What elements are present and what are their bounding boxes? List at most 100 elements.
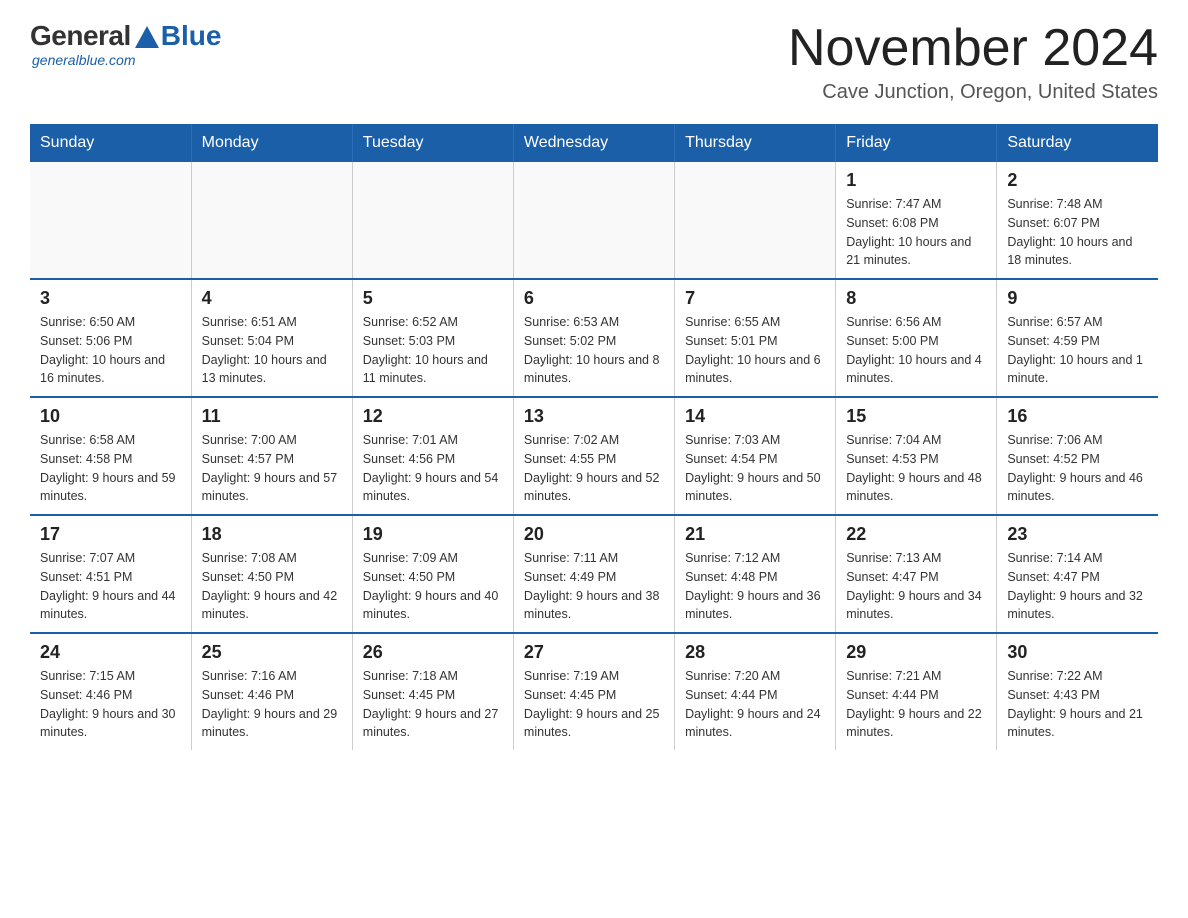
- day-number: 9: [1007, 288, 1148, 309]
- logo-blue-text: Blue: [161, 20, 222, 52]
- header-day-thursday: Thursday: [675, 124, 836, 162]
- day-info: Sunrise: 7:06 AMSunset: 4:52 PMDaylight:…: [1007, 431, 1148, 506]
- day-cell: 12Sunrise: 7:01 AMSunset: 4:56 PMDayligh…: [352, 397, 513, 515]
- logo-triangle-icon: [135, 26, 159, 48]
- day-number: 4: [202, 288, 342, 309]
- day-info: Sunrise: 6:57 AMSunset: 4:59 PMDaylight:…: [1007, 313, 1148, 388]
- day-info: Sunrise: 7:15 AMSunset: 4:46 PMDaylight:…: [40, 667, 181, 742]
- day-number: 11: [202, 406, 342, 427]
- day-info: Sunrise: 6:50 AMSunset: 5:06 PMDaylight:…: [40, 313, 181, 388]
- day-info: Sunrise: 7:12 AMSunset: 4:48 PMDaylight:…: [685, 549, 825, 624]
- calendar-body: 1Sunrise: 7:47 AMSunset: 6:08 PMDaylight…: [30, 162, 1158, 750]
- day-cell: 26Sunrise: 7:18 AMSunset: 4:45 PMDayligh…: [352, 633, 513, 750]
- day-cell: 17Sunrise: 7:07 AMSunset: 4:51 PMDayligh…: [30, 515, 191, 633]
- day-cell: 9 Sunrise: 6:57 AMSunset: 4:59 PMDaylight…: [997, 279, 1158, 397]
- day-info: Sunrise: 7:09 AMSunset: 4:50 PMDaylight:…: [363, 549, 503, 624]
- day-info: Sunrise: 7:19 AMSunset: 4:45 PMDaylight:…: [524, 667, 664, 742]
- day-info: Sunrise: 7:22 AMSunset: 4:43 PMDaylight:…: [1007, 667, 1148, 742]
- day-number: 13: [524, 406, 664, 427]
- day-number: 21: [685, 524, 825, 545]
- day-number: 8: [846, 288, 986, 309]
- day-number: 22: [846, 524, 986, 545]
- day-info: Sunrise: 7:48 AMSunset: 6:07 PMDaylight:…: [1007, 195, 1148, 270]
- day-number: 29: [846, 642, 986, 663]
- day-number: 10: [40, 406, 181, 427]
- day-info: Sunrise: 7:01 AMSunset: 4:56 PMDaylight:…: [363, 431, 503, 506]
- day-cell: [352, 162, 513, 279]
- week-row-4: 17Sunrise: 7:07 AMSunset: 4:51 PMDayligh…: [30, 515, 1158, 633]
- day-info: Sunrise: 7:13 AMSunset: 4:47 PMDaylight:…: [846, 549, 986, 624]
- calendar-header: SundayMondayTuesdayWednesdayThursdayFrid…: [30, 124, 1158, 162]
- location-title: Cave Junction, Oregon, United States: [788, 81, 1158, 104]
- day-cell: 30 Sunrise: 7:22 AMSunset: 4:43 PMDayligh…: [997, 633, 1158, 750]
- day-cell: [191, 162, 352, 279]
- logo: General Blue generalblue.com: [30, 20, 221, 68]
- day-number: 17: [40, 524, 181, 545]
- day-info: Sunrise: 7:04 AMSunset: 4:53 PMDaylight:…: [846, 431, 986, 506]
- day-info: Sunrise: 7:11 AMSunset: 4:49 PMDaylight:…: [524, 549, 664, 624]
- day-info: Sunrise: 7:02 AMSunset: 4:55 PMDaylight:…: [524, 431, 664, 506]
- week-row-1: 1Sunrise: 7:47 AMSunset: 6:08 PMDaylight…: [30, 162, 1158, 279]
- day-cell: 7 Sunrise: 6:55 AMSunset: 5:01 PMDaylight…: [675, 279, 836, 397]
- day-cell: 20 Sunrise: 7:11 AMSunset: 4:49 PMDayligh…: [513, 515, 674, 633]
- day-number: 30: [1007, 642, 1148, 663]
- day-info: Sunrise: 7:16 AMSunset: 4:46 PMDaylight:…: [202, 667, 342, 742]
- day-cell: 14 Sunrise: 7:03 AMSunset: 4:54 PMDayligh…: [675, 397, 836, 515]
- day-info: Sunrise: 7:00 AMSunset: 4:57 PMDaylight:…: [202, 431, 342, 506]
- day-info: Sunrise: 6:55 AMSunset: 5:01 PMDaylight:…: [685, 313, 825, 388]
- day-cell: 3Sunrise: 6:50 AMSunset: 5:06 PMDaylight…: [30, 279, 191, 397]
- day-cell: 21 Sunrise: 7:12 AMSunset: 4:48 PMDayligh…: [675, 515, 836, 633]
- day-info: Sunrise: 7:21 AMSunset: 4:44 PMDaylight:…: [846, 667, 986, 742]
- day-number: 18: [202, 524, 342, 545]
- day-number: 5: [363, 288, 503, 309]
- day-cell: 6 Sunrise: 6:53 AMSunset: 5:02 PMDaylight…: [513, 279, 674, 397]
- day-cell: 25Sunrise: 7:16 AMSunset: 4:46 PMDayligh…: [191, 633, 352, 750]
- day-info: Sunrise: 6:53 AMSunset: 5:02 PMDaylight:…: [524, 313, 664, 388]
- day-cell: 4Sunrise: 6:51 AMSunset: 5:04 PMDaylight…: [191, 279, 352, 397]
- day-info: Sunrise: 7:08 AMSunset: 4:50 PMDaylight:…: [202, 549, 342, 624]
- month-title: November 2024: [788, 20, 1158, 77]
- header-row: SundayMondayTuesdayWednesdayThursdayFrid…: [30, 124, 1158, 162]
- week-row-5: 24Sunrise: 7:15 AMSunset: 4:46 PMDayligh…: [30, 633, 1158, 750]
- day-number: 19: [363, 524, 503, 545]
- day-number: 1: [846, 170, 986, 191]
- day-cell: 23 Sunrise: 7:14 AMSunset: 4:47 PMDayligh…: [997, 515, 1158, 633]
- day-number: 23: [1007, 524, 1148, 545]
- day-number: 7: [685, 288, 825, 309]
- day-cell: [30, 162, 191, 279]
- day-cell: 13 Sunrise: 7:02 AMSunset: 4:55 PMDayligh…: [513, 397, 674, 515]
- day-cell: 10 Sunrise: 6:58 AMSunset: 4:58 PMDayligh…: [30, 397, 191, 515]
- day-cell: [513, 162, 674, 279]
- day-cell: 28Sunrise: 7:20 AMSunset: 4:44 PMDayligh…: [675, 633, 836, 750]
- day-info: Sunrise: 7:14 AMSunset: 4:47 PMDaylight:…: [1007, 549, 1148, 624]
- logo-general-text: General: [30, 20, 131, 52]
- day-info: Sunrise: 6:58 AMSunset: 4:58 PMDaylight:…: [40, 431, 181, 506]
- day-cell: 22 Sunrise: 7:13 AMSunset: 4:47 PMDayligh…: [836, 515, 997, 633]
- title-section: November 2024 Cave Junction, Oregon, Uni…: [788, 20, 1158, 104]
- day-number: 16: [1007, 406, 1148, 427]
- header-day-sunday: Sunday: [30, 124, 191, 162]
- day-number: 20: [524, 524, 664, 545]
- day-cell: 29 Sunrise: 7:21 AMSunset: 4:44 PMDayligh…: [836, 633, 997, 750]
- day-cell: 19 Sunrise: 7:09 AMSunset: 4:50 PMDayligh…: [352, 515, 513, 633]
- day-cell: 18 Sunrise: 7:08 AMSunset: 4:50 PMDayligh…: [191, 515, 352, 633]
- day-number: 27: [524, 642, 664, 663]
- day-info: Sunrise: 7:03 AMSunset: 4:54 PMDaylight:…: [685, 431, 825, 506]
- day-number: 14: [685, 406, 825, 427]
- header-day-monday: Monday: [191, 124, 352, 162]
- week-row-3: 10 Sunrise: 6:58 AMSunset: 4:58 PMDayligh…: [30, 397, 1158, 515]
- day-number: 26: [363, 642, 503, 663]
- day-number: 2: [1007, 170, 1148, 191]
- day-cell: 8 Sunrise: 6:56 AMSunset: 5:00 PMDaylight…: [836, 279, 997, 397]
- day-cell: 2 Sunrise: 7:48 AMSunset: 6:07 PMDaylight…: [997, 162, 1158, 279]
- day-info: Sunrise: 7:20 AMSunset: 4:44 PMDaylight:…: [685, 667, 825, 742]
- day-number: 6: [524, 288, 664, 309]
- day-info: Sunrise: 6:56 AMSunset: 5:00 PMDaylight:…: [846, 313, 986, 388]
- header-day-tuesday: Tuesday: [352, 124, 513, 162]
- day-cell: [675, 162, 836, 279]
- day-cell: 11 Sunrise: 7:00 AMSunset: 4:57 PMDayligh…: [191, 397, 352, 515]
- logo-subtitle: generalblue.com: [32, 52, 136, 68]
- day-cell: 1Sunrise: 7:47 AMSunset: 6:08 PMDaylight…: [836, 162, 997, 279]
- week-row-2: 3Sunrise: 6:50 AMSunset: 5:06 PMDaylight…: [30, 279, 1158, 397]
- day-info: Sunrise: 6:52 AMSunset: 5:03 PMDaylight:…: [363, 313, 503, 388]
